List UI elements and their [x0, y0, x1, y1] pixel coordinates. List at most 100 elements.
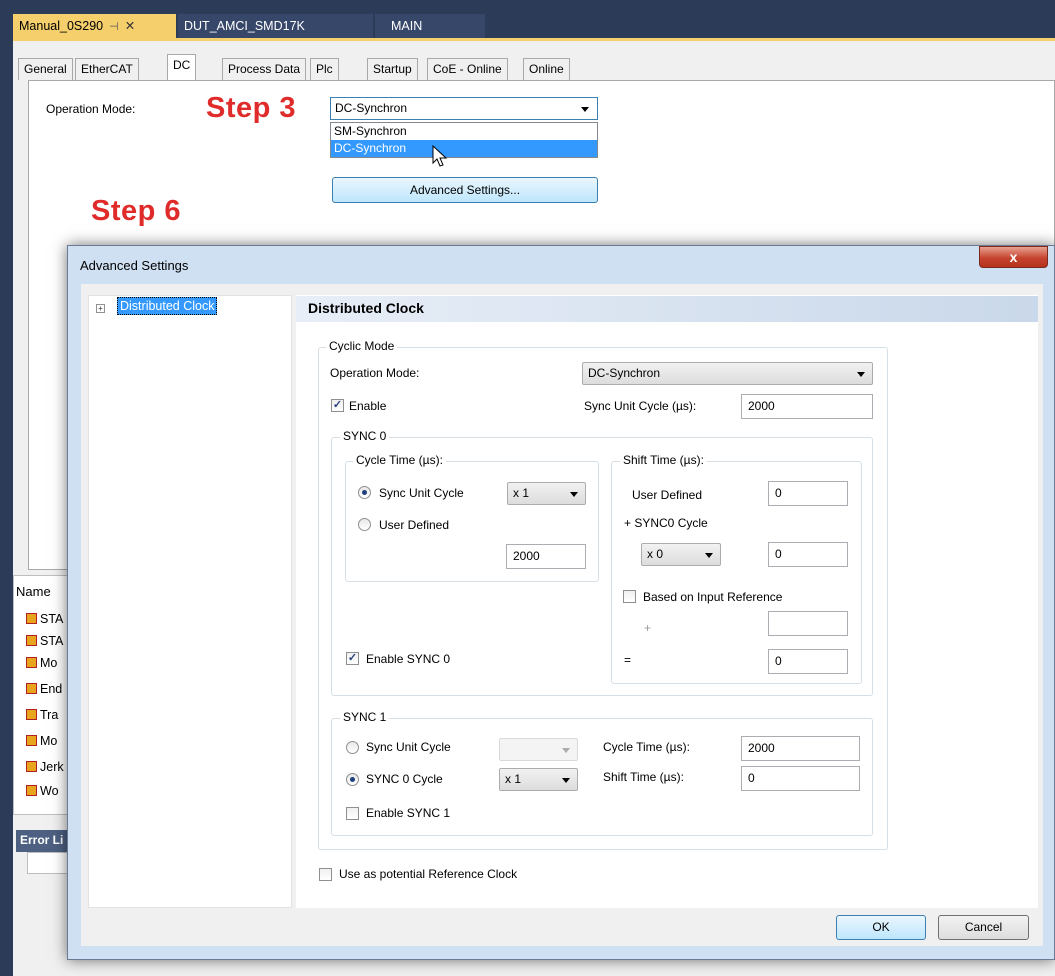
- sync1-sync0-cycle-radio[interactable]: [346, 773, 359, 786]
- dialog-operation-mode-select[interactable]: DC-Synchron: [582, 362, 873, 385]
- sync1-cycle-time-input[interactable]: 2000: [741, 736, 860, 761]
- close-icon[interactable]: ✕: [125, 19, 135, 33]
- cyclic-mode-title: Cyclic Mode: [326, 339, 398, 353]
- sync-unit-cycle-input[interactable]: 2000: [741, 394, 873, 419]
- operation-mode-select[interactable]: DC-Synchron: [330, 97, 598, 120]
- enable-sync0-checkbox[interactable]: ✓: [346, 652, 359, 665]
- doc-tab-manual[interactable]: Manual_0S290 ⊣ ✕: [13, 14, 176, 38]
- list-item[interactable]: Mo: [26, 734, 57, 756]
- sync-unit-cycle-radio[interactable]: [358, 486, 371, 499]
- sync-unit-cycle-label: Sync Unit Cycle (µs):: [584, 399, 697, 413]
- sync1-sync-unit-cycle-radio[interactable]: [346, 741, 359, 754]
- based-on-input-reference-checkbox[interactable]: [623, 590, 636, 603]
- chevron-down-icon: [705, 553, 713, 558]
- pane-header: Distributed Clock: [296, 296, 1038, 322]
- enable-sync1-label: Enable SYNC 1: [366, 806, 451, 820]
- list-item[interactable]: End: [26, 682, 62, 704]
- doc-tab-label: Manual_0S290: [19, 19, 104, 33]
- tab-strip-empty: [487, 14, 1055, 38]
- step-6-annotation: Step 6: [91, 195, 182, 227]
- tab-online[interactable]: Online: [523, 58, 570, 80]
- sync1-title: SYNC 1: [340, 710, 390, 724]
- shift-multiplier-select[interactable]: x 0: [641, 543, 721, 566]
- chevron-down-icon: [562, 778, 570, 783]
- enable-sync0-label: Enable SYNC 0: [366, 652, 451, 666]
- step-3-annotation: Step 3: [206, 92, 297, 124]
- operation-mode-label: Operation Mode:: [46, 102, 136, 116]
- user-defined-radio[interactable]: [358, 518, 371, 531]
- mouse-pointer-icon: [432, 145, 448, 167]
- tab-ethercat[interactable]: EtherCAT: [75, 58, 139, 80]
- list-item[interactable]: STA: [26, 634, 63, 656]
- sync1-sync-unit-multiplier-select[interactable]: [499, 738, 578, 761]
- sync0-multiplier-select[interactable]: x 1: [507, 482, 586, 505]
- variable-icon: [26, 761, 37, 772]
- reference-clock-checkbox[interactable]: [319, 868, 332, 881]
- error-list-header[interactable]: Error Li: [16, 830, 68, 852]
- shift-sync0-cycle-input[interactable]: 0: [768, 542, 848, 567]
- input-reference-offset-input[interactable]: [768, 611, 848, 636]
- advanced-settings-button[interactable]: Advanced Settings...: [332, 177, 598, 203]
- doc-tab-dut[interactable]: DUT_AMCI_SMD17K: [178, 14, 373, 38]
- chevron-down-icon: [570, 492, 578, 497]
- variable-icon: [26, 785, 37, 796]
- list-item[interactable]: Jerk: [26, 760, 64, 782]
- cancel-button[interactable]: Cancel: [938, 915, 1029, 940]
- chevron-down-icon: [581, 107, 589, 112]
- cycle-time-title: Cycle Time (µs):: [353, 453, 446, 467]
- sync1-sync-unit-cycle-label: Sync Unit Cycle: [366, 740, 451, 754]
- variable-icon: [26, 613, 37, 624]
- document-tab-strip: Manual_0S290 ⊣ ✕ DUT_AMCI_SMD17K MAIN: [13, 12, 1055, 38]
- reference-clock-label: Use as potential Reference Clock: [339, 867, 518, 881]
- equals-sign: =: [624, 653, 632, 667]
- expand-icon[interactable]: +: [96, 304, 105, 313]
- shift-time-title: Shift Time (µs):: [620, 453, 707, 467]
- list-item[interactable]: Wo: [26, 784, 59, 806]
- option-dc-synchron[interactable]: DC-Synchron: [331, 140, 597, 157]
- tab-coe-online[interactable]: CoE - Online: [427, 58, 508, 80]
- tab-process-data[interactable]: Process Data: [222, 58, 307, 80]
- plus-sync0-cycle-label: + SYNC0 Cycle: [624, 516, 708, 530]
- variable-icon: [26, 683, 37, 694]
- based-on-input-reference-label: Based on Input Reference: [643, 590, 783, 604]
- enable-checkbox[interactable]: ✓: [331, 399, 344, 412]
- list-item[interactable]: STA: [26, 612, 63, 634]
- sync1-cycle-time-label: Cycle Time (µs):: [603, 740, 690, 754]
- list-item[interactable]: Mo: [26, 656, 57, 678]
- shift-user-defined-label: User Defined: [632, 488, 703, 502]
- shift-user-defined-input[interactable]: 0: [768, 481, 848, 506]
- variable-icon: [26, 709, 37, 720]
- tab-dc[interactable]: DC: [167, 54, 197, 81]
- name-column-header: Name: [16, 584, 51, 599]
- ok-button[interactable]: OK: [836, 915, 926, 940]
- tab-general[interactable]: General: [18, 58, 73, 80]
- pin-icon[interactable]: ⊣: [109, 21, 119, 33]
- dialog-title: Advanced Settings: [80, 258, 189, 273]
- variable-icon: [26, 657, 37, 668]
- doc-tab-main[interactable]: MAIN: [375, 14, 485, 38]
- chevron-down-icon: [562, 748, 570, 753]
- sync1-shift-time-label: Shift Time (µs):: [603, 770, 684, 784]
- sync0-user-defined-input[interactable]: 2000: [506, 544, 586, 569]
- enable-sync1-checkbox[interactable]: [346, 807, 359, 820]
- list-item[interactable]: Tra: [26, 708, 58, 730]
- tree-item-distributed-clock[interactable]: Distributed Clock: [117, 297, 218, 315]
- shift-result-input[interactable]: 0: [768, 649, 848, 674]
- sync1-shift-time-input[interactable]: 0: [741, 766, 860, 791]
- sync0-title: SYNC 0: [340, 429, 390, 443]
- tab-startup[interactable]: Startup: [367, 58, 418, 80]
- chevron-down-icon: [857, 372, 865, 377]
- plus-sign: +: [644, 621, 652, 635]
- operation-mode-dropdown-list: SM-Synchron DC-Synchron: [330, 122, 598, 158]
- settings-tree: [88, 295, 292, 908]
- sync-unit-cycle-radio-label: Sync Unit Cycle: [379, 486, 464, 500]
- sync1-sync0-cycle-label: SYNC 0 Cycle: [366, 772, 443, 786]
- operation-mode-value: DC-Synchron: [335, 101, 408, 115]
- tab-plc[interactable]: Plc: [310, 58, 339, 80]
- option-sm-synchron[interactable]: SM-Synchron: [331, 123, 597, 140]
- enable-label: Enable: [349, 399, 387, 413]
- sync1-multiplier-select[interactable]: x 1: [499, 768, 578, 791]
- close-button[interactable]: x: [979, 246, 1048, 268]
- variable-icon: [26, 735, 37, 746]
- operation-mode-label: Operation Mode:: [330, 366, 420, 380]
